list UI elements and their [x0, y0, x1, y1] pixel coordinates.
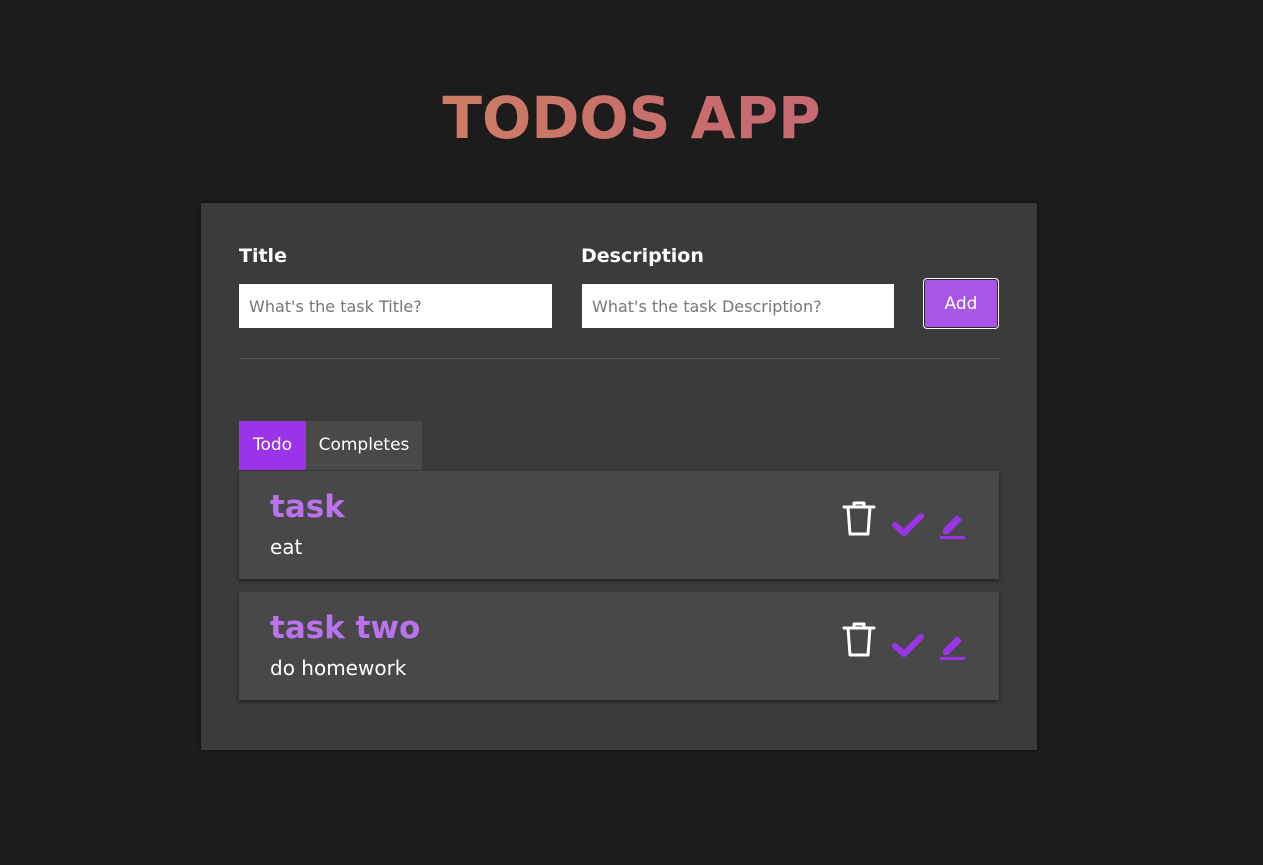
description-input[interactable]: [582, 284, 894, 328]
trash-icon[interactable]: [842, 621, 876, 659]
task-title: task: [270, 489, 345, 525]
todo-panel: Title Description Add Todo Completes tas…: [201, 203, 1037, 750]
edit-icon[interactable]: [940, 632, 966, 660]
divider: [239, 358, 999, 359]
check-icon[interactable]: [891, 512, 925, 538]
trash-icon[interactable]: [842, 500, 876, 538]
title-input[interactable]: [239, 284, 552, 328]
add-button[interactable]: Add: [923, 278, 999, 329]
tab-todo[interactable]: Todo: [239, 421, 306, 470]
title-label: Title: [239, 245, 287, 267]
task-item: task eat: [239, 471, 999, 579]
tab-completes[interactable]: Completes: [306, 421, 422, 470]
description-label: Description: [581, 245, 704, 267]
task-title: task two: [270, 610, 421, 646]
task-item: task two do homework: [239, 592, 999, 700]
task-description: do homework: [270, 656, 407, 680]
task-description: eat: [270, 535, 303, 559]
edit-icon[interactable]: [940, 511, 966, 539]
app-title: TODOS APP: [0, 84, 1263, 152]
check-icon[interactable]: [891, 633, 925, 659]
